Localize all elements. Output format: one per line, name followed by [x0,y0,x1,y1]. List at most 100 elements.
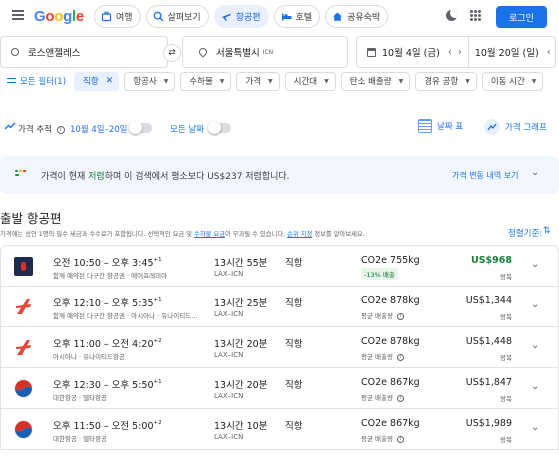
tab-travel[interactable]: 여행 [94,5,141,28]
flight-row[interactable]: 오후 12:10 – 오후 5:35+1 함께 예약된 다구간 항공권 · 아시아… [0,286,559,327]
info-icon[interactable]: i [397,395,405,402]
flight-row[interactable]: 오전 10:50 – 오후 3:45+1 함께 예약된 다구간 항공권 · 에어프… [0,245,559,287]
flight-route: LAX–ICN [214,270,244,278]
emissions-value: CO2e 755kg [361,255,420,266]
depart-date[interactable]: 10월 4일 (금) [382,45,440,59]
filter-chip-airlines[interactable]: 항공사 ▼ [124,71,176,91]
flight-route: LAX–ICN [214,392,244,400]
info-icon[interactable]: i [397,313,405,320]
emissions-value: CO2e 867kg [361,377,420,388]
tab-explore[interactable]: 살펴보기 [145,5,209,28]
dropdown-icon: ▼ [465,77,470,85]
flight-row[interactable]: 오후 12:30 – 오후 5:50+1 대한항공 · 델타항공 13시간 20분 L… [0,368,559,409]
chevron-down-icon[interactable]: ⌄ [531,299,539,310]
tune-icon [7,77,16,85]
sort-by-button[interactable]: 정렬기준: [508,227,542,239]
price-history-link[interactable]: 가격 변동 내역 보기 [452,170,519,181]
stops-count: 직항 [285,339,303,350]
airline-logo [14,257,33,276]
filter-chip-connecting-airports[interactable]: 경유 공항 ▼ [415,71,477,91]
flight-route: LAX–ICN [214,310,244,318]
location-pin-icon [197,46,209,58]
filter-chip-nonstop[interactable]: 직항 ✕ [74,71,120,91]
dropdown-icon: ▼ [268,77,273,85]
flight-duration: 13시간 25분 [214,298,268,309]
chevron-down-icon[interactable]: ⌄ [531,167,539,178]
all-dates-toggle[interactable] [208,121,231,134]
emissions-note: 평균 배출량 i [361,433,405,443]
all-filters-button[interactable]: 모든 필터(1) [7,75,66,87]
price-graph-button[interactable]: 가격 그래프 [484,119,547,135]
top-bar: Google 여행 살펴보기 항공편 호텔 공유숙박 로그인 [0,0,559,34]
emissions-badge: -13% 배출 [361,268,398,280]
flight-price: US$1,344 [465,295,512,306]
chevron-down-icon[interactable]: ⌄ [531,422,539,433]
chevron-down-icon[interactable]: ⌄ [531,340,539,351]
swap-icon[interactable]: ⇄ [163,44,181,62]
emissions-note: 평균 배출량 i [361,310,405,320]
prev-return-icon[interactable]: ‹ [547,47,551,58]
date-grid-button[interactable]: 날짜 표 [418,119,463,133]
airline-logo [14,420,33,439]
prev-date-icon[interactable]: ‹ [448,47,452,58]
origin-field[interactable]: 로스앤젤레스 [0,36,168,68]
emissions-value: CO2e 878kg [361,336,420,347]
flight-times: 오후 11:50 – 오전 5:00+2 [53,420,162,432]
bag-fees-link[interactable]: 수하물 요금 [194,231,225,238]
menu-icon[interactable] [12,10,24,20]
chevron-down-icon[interactable]: ⌄ [531,259,539,270]
origin-circle-icon [11,48,19,56]
flight-duration: 13시간 20분 [214,380,268,391]
tab-vacation-rentals[interactable]: 공유숙박 [325,5,389,28]
track-prices-label: 가격 추적 i [18,123,65,135]
filter-chip-emissions[interactable]: 탄소 배출량 ▼ [340,71,411,91]
flight-price: US$1,847 [465,377,512,388]
nav-tabs: 여행 살펴보기 항공편 호텔 공유숙박 [94,5,389,28]
flight-times: 오후 12:10 – 오후 5:35+1 [53,297,162,309]
info-icon[interactable]: i [397,354,405,361]
filter-chip-price[interactable]: 가격 ▼ [236,71,280,91]
google-logo[interactable]: Google [34,8,84,25]
flight-times: 오전 10:50 – 오후 3:45+1 [53,257,162,269]
dropdown-icon: ▼ [531,77,537,85]
apps-grid-icon[interactable] [470,10,481,21]
ranking-link[interactable]: 순위 지정 [287,231,312,238]
date-field[interactable]: 10월 4일 (금) ‹ › 10월 20일 (일) ‹ [356,36,556,68]
flight-price: US$968 [471,255,512,266]
emissions-value: CO2e 867kg [361,418,420,429]
flight-price: US$1,448 [465,336,512,347]
tab-hotels[interactable]: 호텔 [273,5,321,28]
filter-chip-times[interactable]: 시간대 ▼ [284,71,336,91]
hotel-icon [281,11,292,22]
chevron-down-icon[interactable]: ⌄ [531,381,539,392]
filter-chip-duration[interactable]: 이동 시간 ▼ [481,71,544,91]
filter-chip-bags[interactable]: 수하물 ▼ [180,71,232,91]
stops-count: 직항 [285,421,303,432]
dropdown-icon: ▼ [219,77,225,85]
house-icon [332,11,343,22]
date-divider [467,36,469,68]
destination-field[interactable]: 서울특별시 ICN [182,36,348,68]
flight-times: 오후 11:00 – 오전 4:20+2 [53,338,162,350]
price-insight-text: 가격이 현재 저렴하며 이 검색에서 평소보다 US$237 저렴합니다. [41,172,290,182]
airline-logo [14,379,33,398]
trip-type: 왕복 [500,273,512,281]
flight-row[interactable]: 오후 11:00 – 오전 4:20+2 아시아나 · 유나이티드항공 13시간 2… [0,327,559,368]
info-icon[interactable]: i [397,436,405,443]
flight-row[interactable]: 오후 11:50 – 오전 5:00+2 대한항공 · 델타항공 13시간 10분 L… [0,409,559,450]
close-icon[interactable]: ✕ [106,76,114,86]
return-date[interactable]: 10월 20일 (일) [475,45,539,59]
airline-names: 대한항공 · 델타항공 [53,435,108,443]
info-icon[interactable]: i [56,126,65,134]
login-button[interactable]: 로그인 [496,6,547,28]
price-level-icon [15,170,29,179]
airline-names: 아시아나 · 유나이티드항공 [53,353,125,361]
dark-mode-icon[interactable] [446,10,457,21]
track-prices-toggle[interactable] [129,121,152,134]
trip-type: 왕복 [500,313,512,321]
price-insight-banner[interactable]: 가격이 현재 저렴하며 이 검색에서 평소보다 US$237 저렴합니다. 가격… [0,156,559,194]
sort-icon[interactable]: ⇅ [543,226,551,236]
next-date-icon[interactable]: › [458,47,462,58]
explore-icon [153,11,164,22]
tab-flights[interactable]: 항공편 [213,5,269,28]
